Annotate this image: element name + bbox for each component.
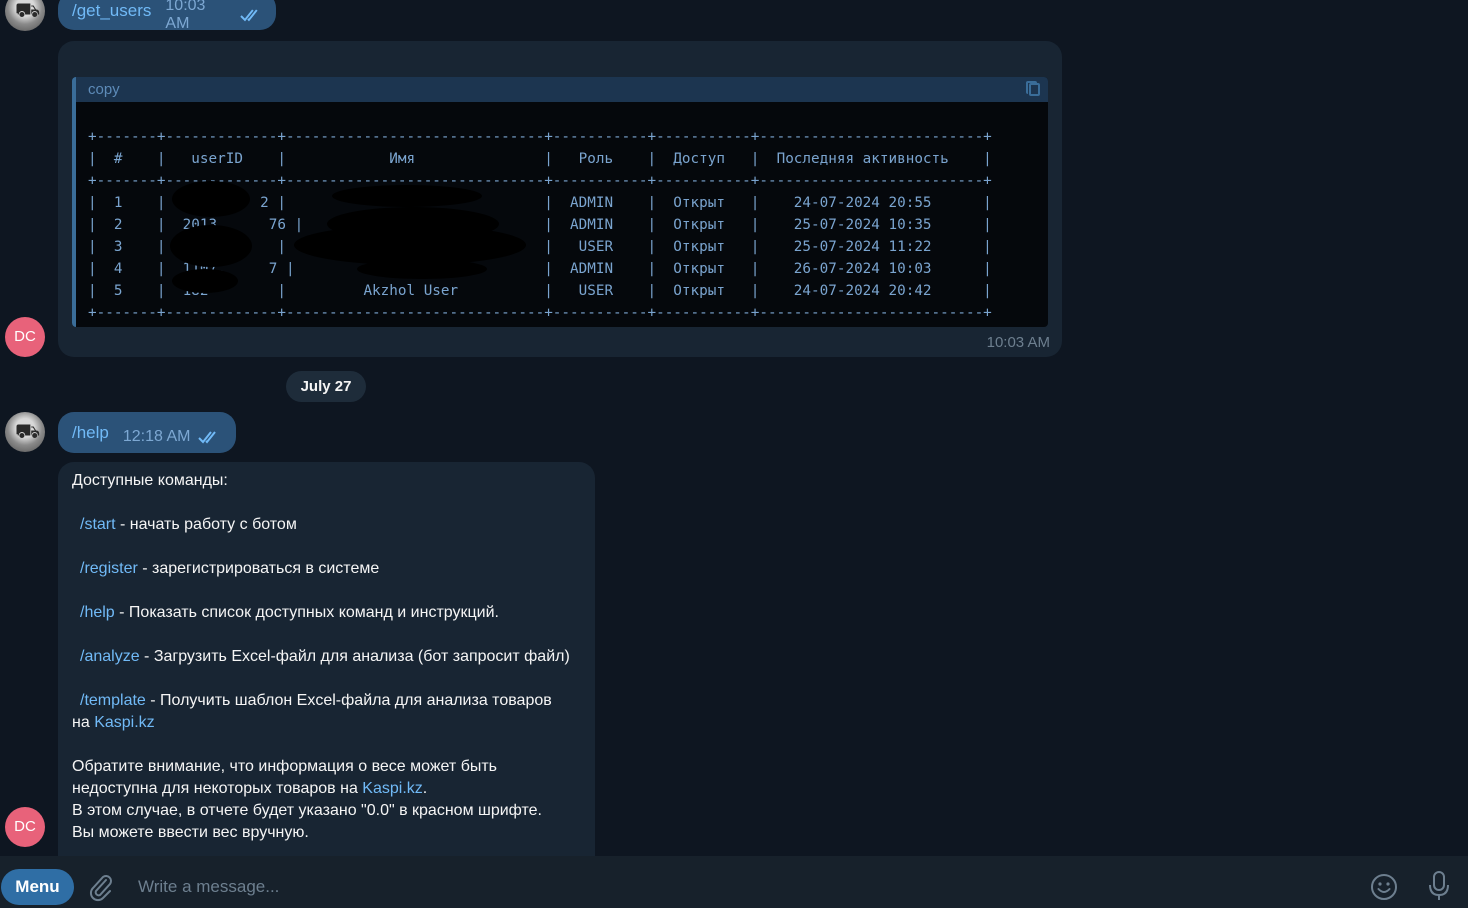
text-fragment: недоступна для некоторых товаров на [72,780,363,797]
text-fragment: . [422,780,428,797]
incoming-message-help[interactable]: Доступные команды: /start - начать работ… [58,462,595,856]
command-line-analyze: /analyze - Загрузить Excel-файл для анал… [72,646,592,668]
command-desc: - Получить шаблон Excel-файла для анализ… [145,692,552,709]
message-time: 10:03 AM [165,0,206,32]
code-block-header: copy [72,77,1048,102]
microphone-icon[interactable] [1427,870,1451,902]
kaspi-link[interactable]: Kaspi.kz [94,714,154,731]
chat-area[interactable]: ⛟ /get_users 10:03 AM copy +-------+----… [0,0,1468,856]
menu-button[interactable]: Menu [1,869,74,905]
bot-avatar[interactable]: DC [5,317,45,357]
command-link-help[interactable]: /help [80,604,115,621]
command-desc: - Показать список доступных команд и инс… [114,604,499,621]
command-link-analyze[interactable]: /analyze [80,648,140,665]
user-photo-icon: ⛟ [15,0,41,22]
user-avatar[interactable]: ⛟ [5,0,45,31]
command-line-help: /help - Показать список доступных команд… [72,602,592,624]
message-time: 10:03 AM [986,334,1050,351]
kaspi-link[interactable]: Kaspi.kz [362,780,422,797]
note-line: В этом случае, в отчете будет указано "0… [72,802,542,819]
note-line: Обратите внимание, что информация о весе… [72,758,498,775]
command-text[interactable]: /get_users [72,1,151,21]
command-link-register[interactable]: /register [80,560,138,577]
code-block: copy +-------+-------------+------------… [72,77,1048,327]
redaction-mark [357,259,487,279]
user-photo-icon: ⛟ [15,419,41,443]
user-avatar[interactable]: ⛟ [5,412,45,452]
command-line-register: /register - зарегистрироваться в системе [72,558,592,580]
command-desc: - зарегистрироваться в системе [137,560,380,577]
date-separator[interactable]: July 27 [286,371,366,402]
double-check-icon [198,430,217,443]
note-line: недоступна для некоторых товаров на Kasp… [72,778,592,800]
command-link-start[interactable]: /start [80,516,116,533]
message-input[interactable] [136,872,1340,902]
message-composer: Menu [0,856,1468,908]
code-language-label: copy [88,81,120,98]
note-line: Вы можете ввести вес вручную. [72,824,309,841]
bot-avatar[interactable]: DC [5,807,45,847]
command-text[interactable]: /help [72,423,109,443]
command-desc: - Загрузить Excel-файл для анализа (бот … [139,648,570,665]
redaction-mark [172,269,238,293]
double-check-icon [240,9,258,22]
redaction-mark [332,185,482,207]
incoming-message-users-table[interactable]: copy +-------+-------------+------------… [58,41,1062,357]
help-heading: Доступные команды: [72,472,228,489]
text-fragment: на [72,714,95,731]
template-continuation: на Kaspi.kz [72,712,592,734]
help-message-text: Доступные команды: /start - начать работ… [72,470,592,844]
command-line-start: /start - начать работу с ботом [72,514,592,536]
outgoing-message-help[interactable]: /help 12:18 AM [58,412,236,453]
attach-icon[interactable] [88,872,114,902]
command-line-template: /template - Получить шаблон Excel-файла … [72,690,592,712]
message-time: 12:18 AM [122,427,191,445]
command-desc: - начать работу с ботом [115,516,297,533]
outgoing-message-get-users[interactable]: /get_users 10:03 AM [58,0,276,32]
redaction-mark [170,225,252,267]
emoji-icon[interactable] [1370,873,1398,901]
copy-icon[interactable] [1026,81,1040,96]
redaction-mark [172,181,250,217]
command-link-template[interactable]: /template [80,692,146,709]
